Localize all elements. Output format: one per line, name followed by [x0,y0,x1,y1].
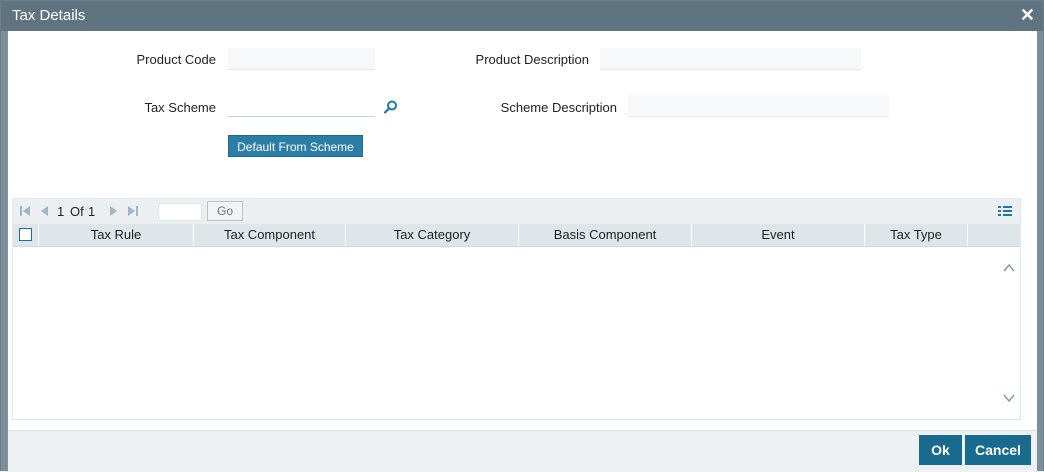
select-all-checkbox[interactable] [19,228,32,241]
go-button[interactable]: Go [207,201,243,221]
column-header-spacer [968,224,1020,246]
right-border [1037,31,1043,471]
scheme-description-label: Scheme Description [500,100,617,115]
scroll-up-icon[interactable] [1002,261,1016,275]
column-header-tax-type[interactable]: Tax Type [865,224,968,246]
tax-details-window: Tax Details ✕ Product Code Product Descr… [0,0,1044,472]
tax-grid: 1 Of 1 Go Tax Rule Tax Component Tax Cat… [12,198,1021,420]
next-page-icon[interactable] [108,205,120,217]
scroll-down-icon[interactable] [1002,391,1016,405]
previous-page-icon[interactable] [38,205,50,217]
search-icon[interactable] [383,99,399,115]
column-view-icon[interactable] [998,205,1012,217]
column-header-event[interactable]: Event [692,224,865,246]
first-page-icon[interactable] [19,205,31,217]
last-page-icon[interactable] [127,205,139,217]
product-description-field[interactable] [600,48,861,70]
grid-pager: 1 Of 1 Go [13,199,1020,224]
grid-header: Tax Rule Tax Component Tax Category Basi… [13,224,1020,247]
ok-button[interactable]: Ok [919,435,962,465]
total-pages: 1 [88,204,96,219]
tax-scheme-input[interactable] [228,95,375,117]
cancel-button[interactable]: Cancel [965,435,1031,465]
scheme-description-field[interactable] [628,95,889,117]
left-border [1,31,8,471]
column-header-tax-component[interactable]: Tax Component [194,224,346,246]
close-icon[interactable]: ✕ [1020,5,1035,25]
product-code-label: Product Code [136,52,217,67]
titlebar: Tax Details ✕ [1,1,1043,31]
dialog-footer [8,430,1037,472]
tax-scheme-label: Tax Scheme [144,100,216,115]
column-header-tax-rule[interactable]: Tax Rule [39,224,194,246]
column-header-tax-category[interactable]: Tax Category [346,224,519,246]
column-header-basis-component[interactable]: Basis Component [519,224,692,246]
select-all-cell [13,224,39,246]
of-label: Of [70,204,84,219]
default-from-scheme-button[interactable]: Default From Scheme [228,135,363,157]
window-title: Tax Details [12,7,86,24]
product-description-label: Product Description [475,52,589,67]
product-code-field[interactable] [228,48,375,70]
page-number-input[interactable] [158,203,202,221]
current-page: 1 [57,204,65,219]
